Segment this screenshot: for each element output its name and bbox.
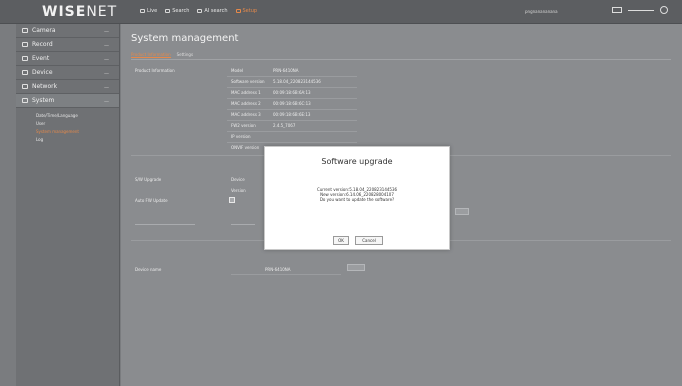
- user-name[interactable]: pngnanananana: [525, 9, 558, 14]
- logo-bold: WISE: [42, 4, 87, 20]
- power-icon[interactable]: [660, 6, 668, 14]
- search-icon: [165, 9, 171, 13]
- dialog-title: Software upgrade: [321, 157, 393, 166]
- sidebar-item-label: System: [32, 97, 55, 104]
- nav-ai-search[interactable]: AI search: [197, 8, 228, 14]
- submenu-log[interactable]: Log: [36, 136, 119, 144]
- event-icon: [22, 56, 28, 61]
- device-icon: [22, 70, 28, 75]
- submenu-user[interactable]: User: [36, 120, 119, 128]
- setup-icon: [235, 9, 241, 13]
- sidebar-item-device[interactable]: Device —: [16, 66, 119, 80]
- cancel-button[interactable]: Cancel: [355, 236, 383, 245]
- top-bar: WISENET Live Search AI search Setup pngn…: [0, 0, 682, 24]
- logo: WISENET: [42, 4, 117, 20]
- sidebar-item-label: Event: [32, 55, 50, 62]
- sw-device-label: Device: [231, 177, 245, 182]
- sidebar-item-network[interactable]: Network —: [16, 80, 119, 94]
- page-title: System management: [131, 33, 239, 44]
- nav-search-label: Search: [172, 8, 190, 14]
- row-divider: [227, 131, 357, 132]
- info-value: 5.18.04_220823144536: [273, 79, 321, 84]
- section-sw-upgrade: S/W Upgrade: [135, 177, 162, 182]
- info-value: PRN-6410NA: [273, 68, 299, 73]
- info-label: MAC address 2: [231, 101, 261, 106]
- info-value: 00:09:18:6B:6E:13: [273, 112, 311, 117]
- sidebar: Camera — Record — Event — Device — Network — …: [16, 24, 120, 386]
- tab-product-information[interactable]: Product Information: [131, 52, 171, 58]
- sidebar-item-system[interactable]: System —: [16, 94, 119, 108]
- chevron-icon: —: [104, 29, 109, 35]
- section-product-information: Product Information: [135, 68, 175, 73]
- chevron-icon: —: [104, 85, 109, 91]
- sidebar-item-event[interactable]: Event —: [16, 52, 119, 66]
- tab-divider: [131, 59, 671, 60]
- record-icon: [22, 42, 28, 47]
- nav-ai-search-label: AI search: [204, 8, 228, 14]
- sidebar-item-label: Camera: [32, 27, 56, 34]
- device-name-underline: [231, 274, 341, 275]
- sidebar-item-label: Device: [32, 69, 53, 76]
- camera-icon: [22, 28, 28, 33]
- row-divider: [227, 98, 357, 99]
- info-label: Model: [231, 68, 244, 73]
- disabled-row-placeholder: [231, 224, 255, 225]
- top-nav: Live Search AI search Setup: [140, 8, 257, 14]
- nav-setup-label: Setup: [242, 8, 258, 14]
- logo-thin: NET: [86, 4, 118, 20]
- sw-version-label: Version: [231, 188, 246, 193]
- apply-device-name-button[interactable]: [347, 264, 365, 271]
- info-label: IP version: [231, 134, 251, 139]
- top-tools: [612, 6, 668, 14]
- row-divider: [227, 76, 357, 77]
- info-value: 00:09:18:6B:6C:13: [273, 101, 311, 106]
- device-name-input[interactable]: PRN-6410NA: [265, 267, 291, 272]
- disabled-row-placeholder: [135, 224, 195, 225]
- info-label: Software version: [231, 79, 265, 84]
- chevron-icon: —: [104, 71, 109, 77]
- info-label: FW2 version: [231, 123, 256, 128]
- sidebar-item-label: Network: [32, 83, 58, 90]
- chevron-icon: —: [104, 57, 109, 63]
- nav-search[interactable]: Search: [165, 8, 189, 14]
- chevron-icon: —: [104, 43, 109, 49]
- info-value: 2.4.5_7067: [273, 123, 296, 128]
- volume-slider[interactable]: [628, 9, 654, 11]
- section-device-name: Device name: [135, 267, 162, 272]
- tab-settings[interactable]: Settings: [177, 52, 193, 58]
- system-icon: [22, 98, 28, 103]
- submenu-date-time-language[interactable]: Date/Time/Language: [36, 112, 119, 120]
- row-divider: [227, 120, 357, 121]
- layout-icon[interactable]: [612, 7, 622, 13]
- sidebar-item-record[interactable]: Record —: [16, 38, 119, 52]
- ok-button[interactable]: OK: [333, 236, 349, 245]
- auto-upgrade-checkbox[interactable]: [229, 197, 235, 203]
- live-icon: [140, 9, 145, 13]
- dialog-question: Do you want to update the software?: [319, 197, 395, 202]
- sidebar-item-label: Record: [32, 41, 53, 48]
- chevron-icon: —: [104, 99, 109, 105]
- system-submenu: Date/Time/Language User System managemen…: [16, 108, 119, 144]
- info-label: MAC address 1: [231, 90, 261, 95]
- ghost-button[interactable]: [455, 208, 469, 215]
- info-value: 00:09:18:6B:6A:13: [273, 90, 311, 95]
- nav-live-label: Live: [147, 8, 158, 14]
- nav-live[interactable]: Live: [140, 8, 157, 14]
- row-divider: [227, 87, 357, 88]
- info-label: MAC address 3: [231, 112, 261, 117]
- nav-setup[interactable]: Setup: [235, 8, 258, 14]
- section-auto-upgrade: Auto FW Update: [135, 198, 168, 203]
- software-upgrade-dialog: Software upgrade Current version:5.18.04…: [264, 146, 450, 250]
- network-icon: [22, 84, 28, 89]
- tab-bar: Product Information Settings: [131, 52, 193, 58]
- submenu-system-management[interactable]: System management: [36, 128, 119, 136]
- row-divider: [227, 109, 357, 110]
- info-label: ONVIF version: [231, 145, 260, 150]
- sidebar-item-camera[interactable]: Camera —: [16, 24, 119, 38]
- ai-search-icon: [197, 9, 203, 13]
- row-divider: [227, 142, 357, 143]
